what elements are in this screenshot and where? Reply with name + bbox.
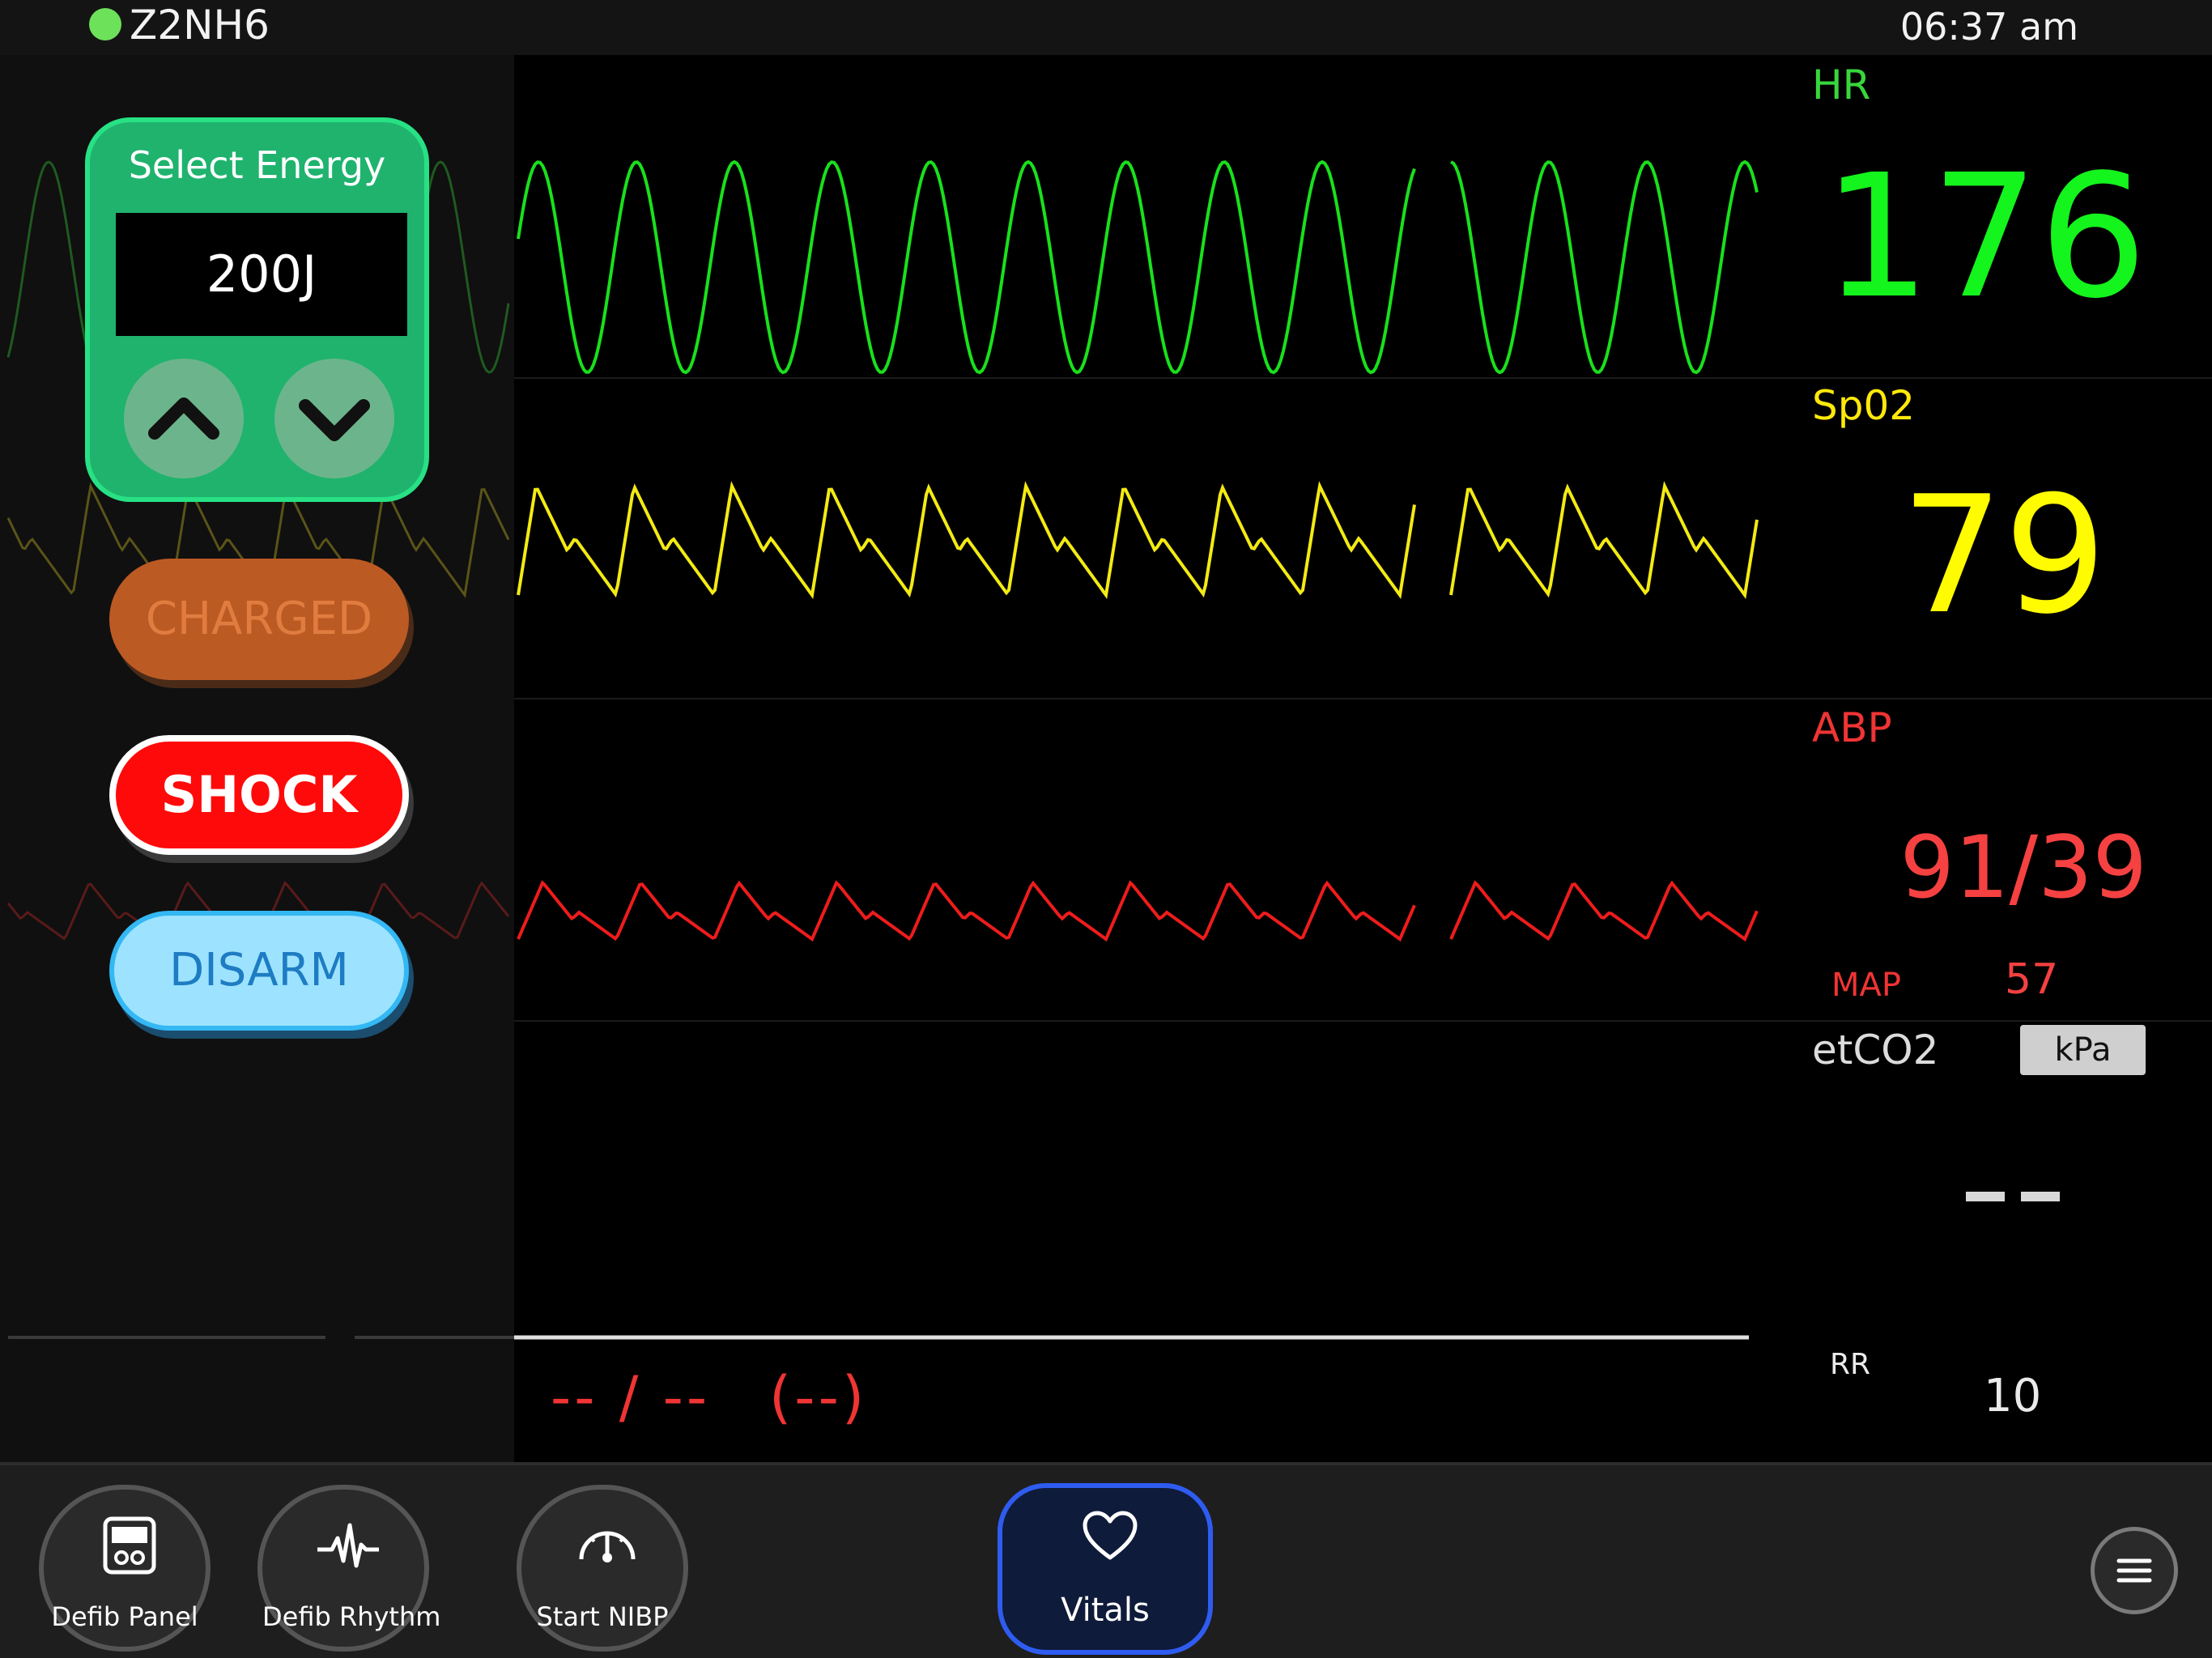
defib-rhythm-label: Defib Rhythm xyxy=(262,1601,441,1632)
row-divider xyxy=(1781,698,2212,699)
energy-value: 200J xyxy=(116,213,407,336)
hamburger-menu-icon xyxy=(2116,1558,2152,1583)
monitor-id: Z2NH6 xyxy=(130,2,270,49)
disarm-button[interactable]: DISARM xyxy=(109,911,409,1031)
bottom-toolbar: Defib Panel Defib Rhythm Start NIBP Vita… xyxy=(0,1462,2212,1658)
defibrillator-icon xyxy=(103,1516,156,1575)
hr-waveform xyxy=(517,159,1759,375)
etco2-label: etCO2 xyxy=(1812,1027,1939,1073)
hr-label: HR xyxy=(1812,62,1871,108)
map-value: 57 xyxy=(2005,955,2059,1004)
hr-trace xyxy=(1450,159,1759,375)
energy-title: Select Energy xyxy=(128,143,386,187)
energy-down-button[interactable] xyxy=(274,359,394,478)
defib-panel-button[interactable]: Defib Panel xyxy=(39,1485,211,1652)
heartbeat-icon xyxy=(317,1523,379,1568)
gauge-icon xyxy=(579,1531,636,1562)
nibp-value: -- / -- xyxy=(551,1364,711,1431)
row-divider xyxy=(1781,1020,2212,1022)
row-divider xyxy=(1781,377,2212,379)
energy-selector: Select Energy 200J xyxy=(85,117,429,502)
nibp-mean: (--) xyxy=(769,1364,868,1431)
abp-waveform xyxy=(517,880,1759,942)
energy-up-button[interactable] xyxy=(124,359,244,478)
charged-button[interactable]: CHARGED xyxy=(109,559,409,680)
hr-trace xyxy=(517,159,1416,375)
map-label: MAP xyxy=(1831,967,1901,1004)
start-nibp-label: Start NIBP xyxy=(536,1601,669,1632)
vitals-label: Vitals xyxy=(1061,1592,1150,1629)
shock-button[interactable]: SHOCK xyxy=(109,735,409,855)
defib-rhythm-button[interactable]: Defib Rhythm xyxy=(257,1485,441,1652)
clock: 06:37 am xyxy=(1899,5,2078,49)
connection-status-icon xyxy=(89,8,121,40)
status-bar: Z2NH6 06:37 am xyxy=(0,0,2212,55)
spo2-waveform xyxy=(517,481,1759,600)
chevron-down-icon xyxy=(299,399,370,441)
etco2-unit-button[interactable]: kPa xyxy=(2020,1025,2146,1075)
spo2-value: 79 xyxy=(1900,461,2108,650)
heart-icon xyxy=(1083,1511,1138,1560)
abp-value: 91/39 xyxy=(1899,818,2147,917)
rr-value: 10 xyxy=(1984,1370,2042,1422)
abp-trace xyxy=(517,880,1416,942)
abp-trace xyxy=(1449,880,1759,942)
spo2-trace xyxy=(517,481,1416,600)
menu-button[interactable] xyxy=(2091,1527,2178,1614)
spo2-label: Sp02 xyxy=(1812,382,1916,429)
defib-panel-label: Defib Panel xyxy=(51,1601,198,1632)
abp-label: ABP xyxy=(1812,704,1892,751)
etco2-dash xyxy=(2021,1192,2060,1201)
spo2-trace xyxy=(1449,481,1759,600)
etco2-dash xyxy=(1966,1192,2005,1201)
hr-value: 176 xyxy=(1823,138,2147,336)
rr-label: RR xyxy=(1830,1348,1871,1381)
start-nibp-button[interactable]: Start NIBP xyxy=(517,1485,688,1652)
vitals-button[interactable]: Vitals xyxy=(998,1483,1213,1655)
chevron-up-icon xyxy=(148,397,219,440)
